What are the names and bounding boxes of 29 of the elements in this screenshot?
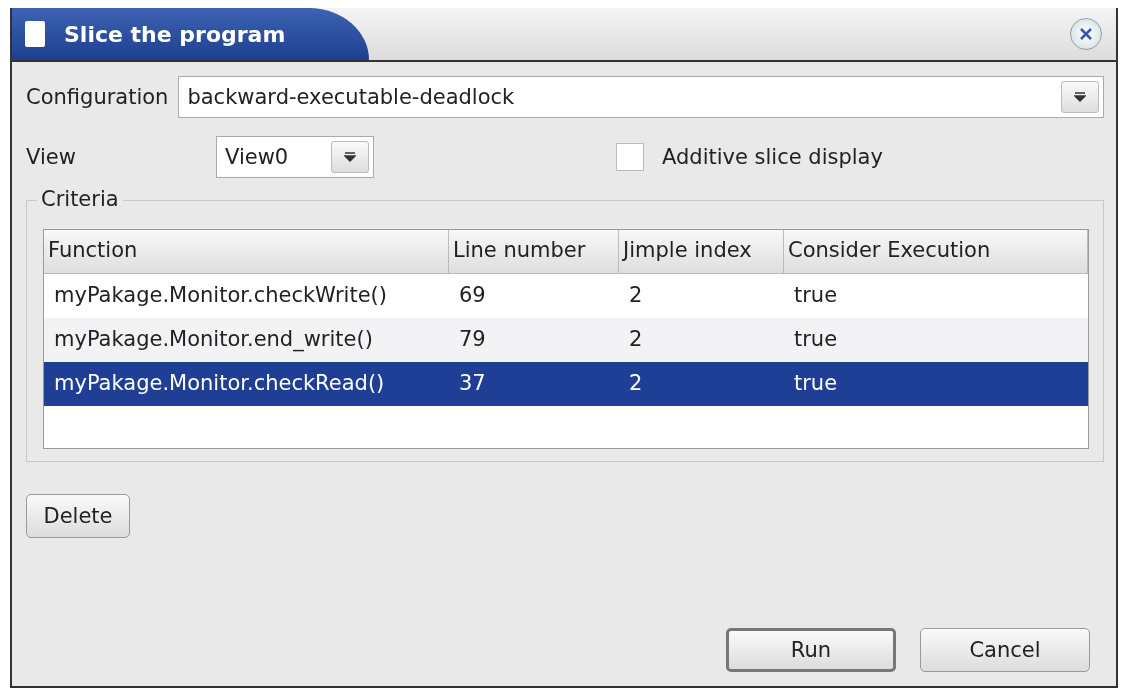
- window-title: Slice the program: [64, 21, 286, 47]
- configuration-combo[interactable]: backward-executable-deadlock: [178, 76, 1104, 118]
- column-header[interactable]: Jimple index: [619, 230, 784, 274]
- dropdown-button[interactable]: [1061, 81, 1099, 113]
- table-cell[interactable]: 37: [449, 362, 619, 406]
- column-header[interactable]: Consider Execution: [784, 230, 1088, 274]
- table-cell[interactable]: true: [784, 318, 1088, 362]
- additive-label: Additive slice display: [662, 145, 883, 169]
- close-icon: [1079, 27, 1093, 41]
- configuration-label: Configuration: [26, 85, 169, 109]
- delete-button[interactable]: Delete: [26, 494, 130, 538]
- view-label: View: [26, 145, 77, 169]
- view-combo[interactable]: View0: [216, 136, 374, 178]
- table-cell[interactable]: 2: [619, 318, 784, 362]
- run-button[interactable]: Run: [726, 628, 896, 672]
- table-cell[interactable]: true: [784, 362, 1088, 406]
- table-cell[interactable]: 79: [449, 318, 619, 362]
- caret-icon: [1074, 92, 1086, 102]
- table-cell[interactable]: myPakage.Monitor.checkRead(): [44, 362, 449, 406]
- table-cell[interactable]: myPakage.Monitor.end_write(): [44, 318, 449, 362]
- caret-icon: [344, 152, 356, 162]
- dropdown-button[interactable]: [331, 141, 369, 173]
- cancel-button[interactable]: Cancel: [920, 628, 1090, 672]
- table-cell[interactable]: 2: [619, 362, 784, 406]
- window-icon: [24, 20, 46, 48]
- additive-checkbox[interactable]: [616, 143, 644, 171]
- column-header[interactable]: Function: [44, 230, 449, 274]
- close-button[interactable]: [1070, 18, 1102, 50]
- column-header[interactable]: Line number: [449, 230, 619, 274]
